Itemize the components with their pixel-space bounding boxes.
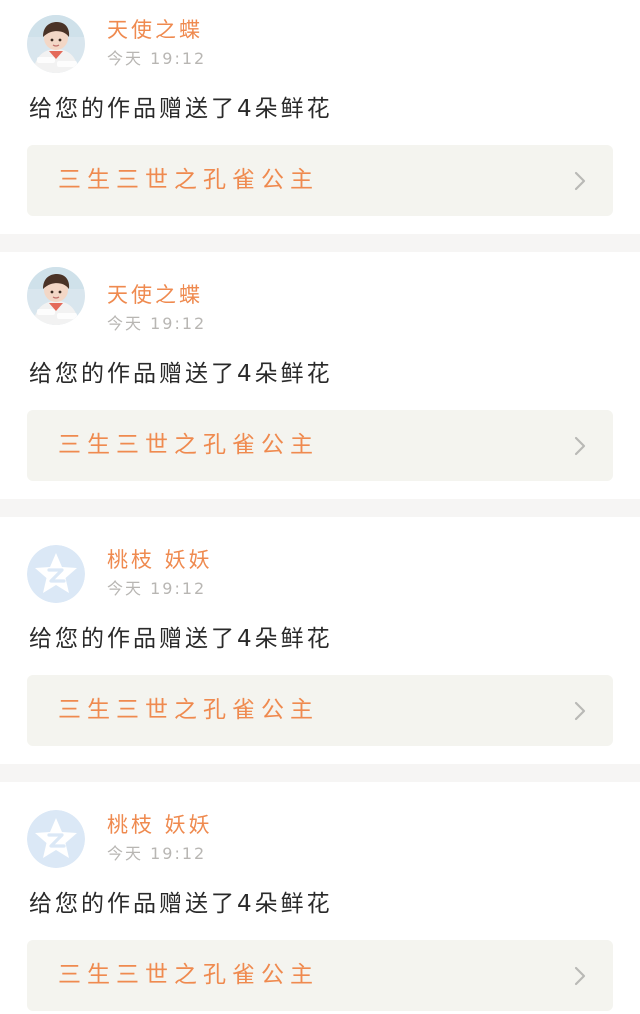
card-separator	[0, 764, 640, 782]
work-title: 三生三世之孔雀公主	[58, 167, 319, 193]
photo-avatar-icon[interactable]	[27, 267, 85, 325]
notification-message: 给您的作品赠送了4朵鲜花	[29, 96, 333, 122]
user-name[interactable]: 天使之蝶	[107, 281, 203, 309]
work-title: 三生三世之孔雀公主	[58, 697, 319, 723]
work-link-button[interactable]: 三生三世之孔雀公主	[27, 145, 613, 216]
card-separator	[0, 499, 640, 517]
work-link-button[interactable]: 三生三世之孔雀公主	[27, 940, 613, 1011]
work-link-button[interactable]: 三生三世之孔雀公主	[27, 410, 613, 481]
notification-feed: 天使之蝶 今天 19:12 给您的作品赠送了4朵鲜花 三生三世之孔雀公主 天使之…	[0, 0, 640, 1014]
notification-message: 给您的作品赠送了4朵鲜花	[29, 361, 333, 387]
photo-avatar-icon[interactable]	[27, 15, 85, 73]
timestamp: 今天 19:12	[107, 844, 207, 863]
work-title: 三生三世之孔雀公主	[58, 962, 319, 988]
timestamp: 今天 19:12	[107, 579, 207, 598]
chevron-right-icon	[573, 965, 587, 987]
default-qzone-avatar-icon[interactable]	[27, 810, 85, 868]
timestamp: 今天 19:12	[107, 49, 207, 68]
notification-card: 天使之蝶 今天 19:12 给您的作品赠送了4朵鲜花 三生三世之孔雀公主	[0, 252, 640, 486]
work-link-button[interactable]: 三生三世之孔雀公主	[27, 675, 613, 746]
notification-message: 给您的作品赠送了4朵鲜花	[29, 626, 333, 652]
user-name[interactable]: 天使之蝶	[107, 16, 203, 44]
user-name[interactable]: 桃枝 妖妖	[107, 546, 213, 574]
user-name[interactable]: 桃枝 妖妖	[107, 811, 213, 839]
timestamp: 今天 19:12	[107, 314, 207, 333]
notification-card: 桃枝 妖妖 今天 19:12 给您的作品赠送了4朵鲜花 三生三世之孔雀公主	[0, 517, 640, 751]
work-title: 三生三世之孔雀公主	[58, 432, 319, 458]
chevron-right-icon	[573, 170, 587, 192]
default-qzone-avatar-icon[interactable]	[27, 545, 85, 603]
chevron-right-icon	[573, 435, 587, 457]
chevron-right-icon	[573, 700, 587, 722]
notification-message: 给您的作品赠送了4朵鲜花	[29, 891, 333, 917]
card-separator	[0, 234, 640, 252]
notification-card: 天使之蝶 今天 19:12 给您的作品赠送了4朵鲜花 三生三世之孔雀公主	[0, 0, 640, 234]
notification-card: 桃枝 妖妖 今天 19:12 给您的作品赠送了4朵鲜花 三生三世之孔雀公主	[0, 782, 640, 1014]
